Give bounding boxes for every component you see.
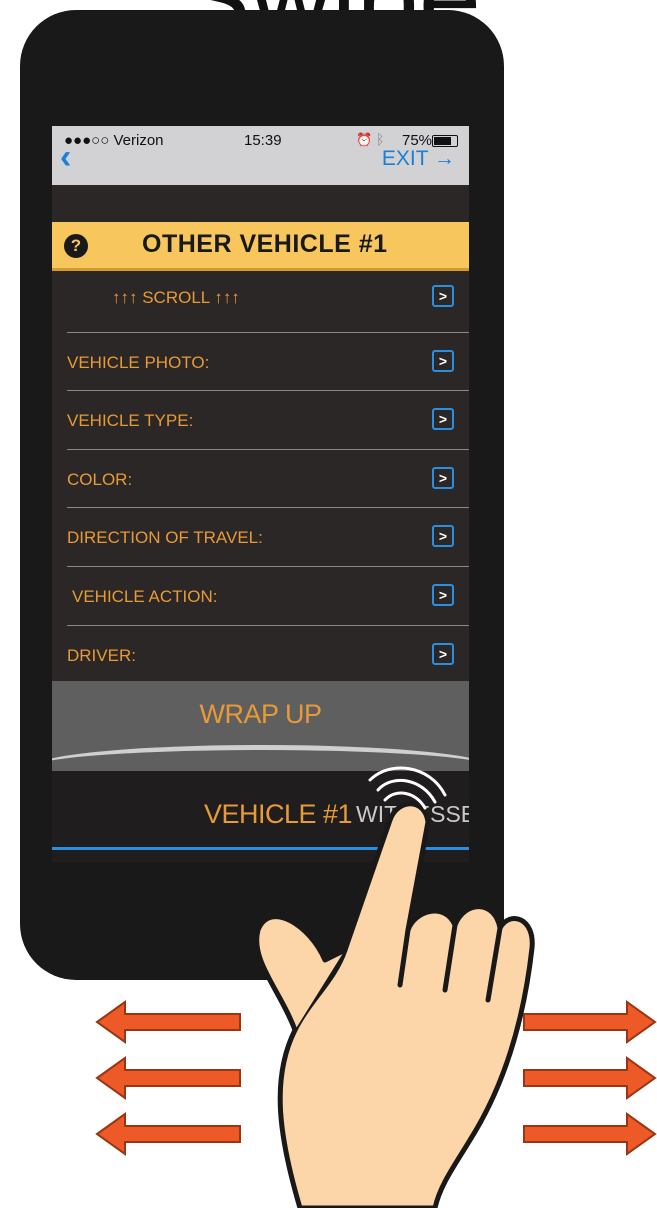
back-button[interactable]: ‹ bbox=[60, 140, 71, 174]
list-item-driver[interactable]: DRIVER: > bbox=[52, 626, 469, 684]
exit-button[interactable]: EXIT → bbox=[382, 147, 455, 171]
hand-swipe-icon bbox=[254, 766, 535, 1208]
swipe-left-arrows bbox=[95, 1000, 241, 1156]
list-item-vehicle-type[interactable]: VEHICLE TYPE: > bbox=[52, 391, 469, 449]
section-banner: ? OTHER VEHICLE #1 bbox=[52, 222, 469, 271]
row-arrow-icon[interactable]: > bbox=[432, 408, 454, 430]
help-icon[interactable]: ? bbox=[64, 234, 88, 258]
list-item-vehicle-action[interactable]: VEHICLE ACTION: > bbox=[52, 567, 469, 625]
row-label: VEHICLE ACTION: bbox=[72, 587, 218, 606]
arrow-left-icon bbox=[95, 1000, 241, 1044]
row-arrow-icon[interactable]: > bbox=[432, 643, 454, 665]
row-label: VEHICLE TYPE: bbox=[67, 411, 194, 430]
swipe-right-arrows bbox=[523, 1000, 657, 1156]
row-label: DIRECTION OF TRAVEL: bbox=[67, 528, 263, 547]
bluetooth-icon: ᛒ bbox=[376, 131, 385, 147]
alarm-icon: ⏰ bbox=[356, 132, 373, 147]
list-item-color[interactable]: COLOR: > bbox=[52, 450, 469, 508]
list-item-vehicle-photo[interactable]: VEHICLE PHOTO: > bbox=[52, 333, 469, 391]
row-arrow-icon[interactable]: > bbox=[432, 584, 454, 606]
arrow-right-icon bbox=[523, 1056, 657, 1100]
row-label: DRIVER: bbox=[67, 646, 136, 665]
battery-icon bbox=[432, 135, 458, 147]
wrap-up-label: WRAP UP bbox=[199, 699, 322, 729]
section-title: OTHER VEHICLE #1 bbox=[142, 230, 388, 258]
carrier-label: ●●●○○ Verizon bbox=[64, 132, 164, 149]
row-label: ↑↑↑ SCROLL ↑↑↑ bbox=[112, 288, 240, 307]
phone-screen: ●●●○○ Verizon 15:39 ⏰ ᛒ 75% ‹ EXIT → ? O… bbox=[52, 126, 469, 862]
row-arrow-icon[interactable]: > bbox=[432, 350, 454, 372]
row-arrow-icon[interactable]: > bbox=[432, 525, 454, 547]
clock: 15:39 bbox=[244, 132, 282, 149]
list-item-scroll[interactable]: ↑↑↑ SCROLL ↑↑↑ > bbox=[52, 268, 469, 326]
arrow-right-icon bbox=[523, 1112, 657, 1156]
arrow-left-icon bbox=[95, 1056, 241, 1100]
arrow-left-icon bbox=[95, 1112, 241, 1156]
arrow-right-icon bbox=[523, 1000, 657, 1044]
list-item-direction-of-travel[interactable]: DIRECTION OF TRAVEL: > bbox=[52, 508, 469, 566]
row-label: COLOR: bbox=[67, 470, 133, 489]
row-label: VEHICLE PHOTO: bbox=[67, 353, 210, 372]
row-arrow-icon[interactable]: > bbox=[432, 285, 454, 307]
row-arrow-icon[interactable]: > bbox=[432, 467, 454, 489]
